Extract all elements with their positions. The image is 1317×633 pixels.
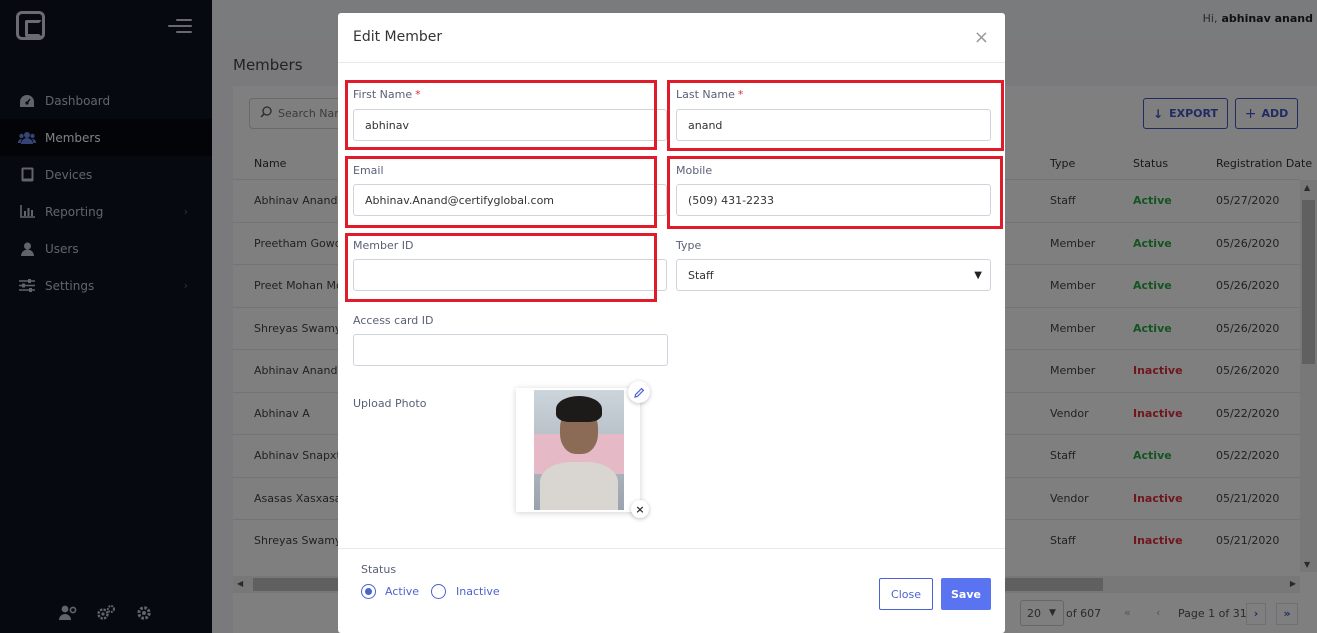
close-icon: × xyxy=(635,502,645,516)
caret-down-icon: ▼ xyxy=(974,270,982,281)
save-button[interactable]: Save xyxy=(941,578,991,610)
close-icon[interactable]: × xyxy=(974,29,989,47)
remove-photo-button[interactable]: × xyxy=(631,500,649,518)
member-id-highlight xyxy=(345,233,657,302)
modal-title: Edit Member xyxy=(353,29,443,45)
first-name-highlight xyxy=(345,80,657,150)
photo-preview xyxy=(516,388,640,512)
upload-photo-label: Upload Photo xyxy=(353,397,427,410)
status-inactive-label[interactable]: Inactive xyxy=(456,585,500,598)
mobile-highlight xyxy=(667,156,1003,229)
divider xyxy=(338,62,1005,63)
pencil-icon xyxy=(633,383,645,402)
type-value: Staff xyxy=(688,268,714,282)
status-inactive-radio[interactable] xyxy=(431,584,446,599)
type-select[interactable]: Staff ▼ xyxy=(676,259,991,291)
last-name-highlight xyxy=(667,80,1004,151)
edit-photo-button[interactable] xyxy=(628,381,650,403)
edit-member-modal: Edit Member × First Name * abhinav Last N… xyxy=(338,13,1005,633)
close-button[interactable]: Close xyxy=(879,578,933,610)
status-label: Status xyxy=(361,563,397,576)
access-card-field[interactable] xyxy=(353,334,668,366)
type-label: Type xyxy=(676,239,702,252)
member-photo xyxy=(534,390,624,510)
divider xyxy=(338,548,1005,549)
status-active-radio[interactable] xyxy=(361,584,376,599)
status-active-label[interactable]: Active xyxy=(385,585,419,598)
email-highlight xyxy=(345,156,657,228)
access-card-label: Access card ID xyxy=(353,314,434,327)
